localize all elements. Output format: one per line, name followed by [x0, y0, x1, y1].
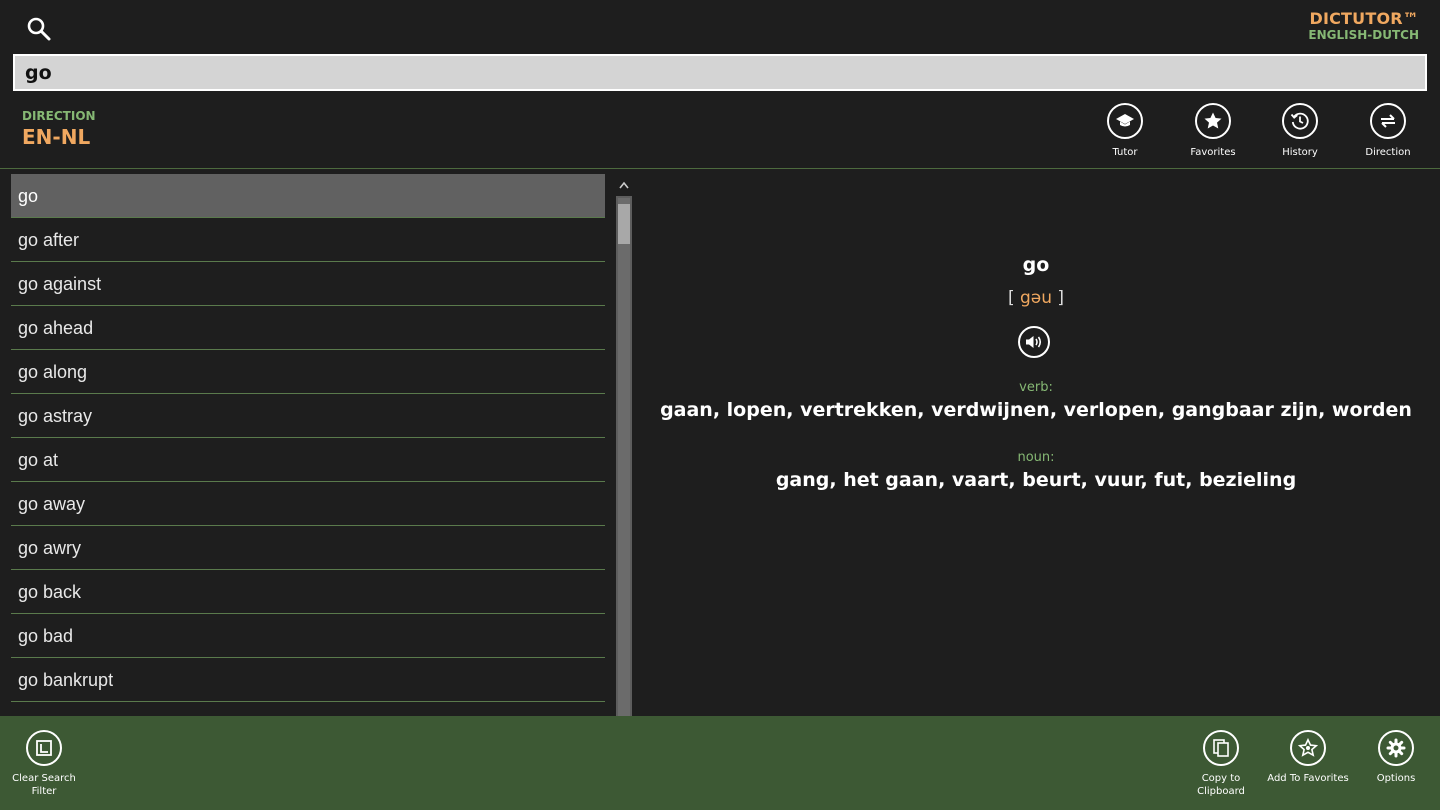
options-button[interactable]: Options — [1352, 730, 1440, 785]
clear-filter-icon — [26, 730, 62, 766]
add-to-favorites-button[interactable]: Add To Favorites — [1264, 730, 1352, 785]
list-item[interactable]: go awry — [11, 526, 605, 570]
gear-icon — [1378, 730, 1414, 766]
list-item[interactable]: go back — [11, 570, 605, 614]
list-item[interactable]: go astray — [11, 394, 605, 438]
bracket-close: ] — [1057, 288, 1065, 308]
clear-label-line1: Clear Search — [12, 773, 76, 784]
list-item[interactable]: go along — [11, 350, 605, 394]
app-title: DICTUTOR™ — [1309, 9, 1419, 28]
graduation-cap-icon — [1107, 103, 1143, 139]
part-of-speech: verb: — [1019, 380, 1053, 395]
header-divider — [0, 168, 1440, 169]
list-item[interactable]: go at — [11, 438, 605, 482]
tutor-button[interactable]: Tutor — [1085, 103, 1165, 158]
list-item-selected[interactable]: go — [11, 174, 605, 218]
list-item[interactable]: go against — [11, 262, 605, 306]
search-input[interactable] — [13, 54, 1427, 91]
list-item[interactable]: go ahead — [11, 306, 605, 350]
copy-to-clipboard-button[interactable]: Copy to Clipboard — [1177, 730, 1265, 798]
copy-label-line2: Clipboard — [1197, 786, 1245, 797]
bottom-app-bar: Clear Search Filter Copy to Clipboard Ad… — [0, 716, 1440, 810]
scroll-up-arrow-icon[interactable] — [616, 174, 632, 196]
direction-value: EN-NL — [22, 125, 91, 149]
add-favorites-label: Add To Favorites — [1267, 773, 1349, 784]
options-label: Options — [1376, 773, 1416, 784]
translation-text: gang, het gaan, vaart, beurt, vuur, fut,… — [775, 469, 1297, 491]
direction-indicator: DIRECTION EN-NL — [22, 109, 96, 150]
history-clock-icon — [1282, 103, 1318, 139]
scroll-track[interactable] — [618, 198, 630, 716]
copy-icon — [1203, 730, 1239, 766]
favorites-label: Favorites — [1190, 147, 1236, 158]
list-item[interactable]: go bad — [11, 614, 605, 658]
history-button[interactable]: History — [1260, 103, 1340, 158]
entry-pronunciation: [ gəu ] — [632, 288, 1440, 308]
phonetic-text: gəu — [1019, 288, 1053, 308]
star-outline-icon — [1290, 730, 1326, 766]
clear-label-line2: Filter — [31, 786, 57, 797]
translation-text: gaan, lopen, vertrekken, verdwijnen, ver… — [660, 399, 1412, 421]
entry-detail: go [ gəu ] verb: gaan, lopen, vertrekken… — [632, 174, 1440, 716]
history-label: History — [1282, 147, 1318, 158]
star-icon — [1195, 103, 1231, 139]
clear-search-label: Clear Search Filter — [0, 772, 88, 798]
direction-label-button: Direction — [1365, 147, 1411, 158]
list-item[interactable]: go after — [11, 218, 605, 262]
word-list[interactable]: go go after go against go ahead go along go a… — [11, 174, 605, 716]
speaker-icon[interactable] — [1018, 326, 1050, 358]
list-item[interactable]: go away — [11, 482, 605, 526]
entry-word: go — [1022, 254, 1050, 276]
copy-label: Copy to Clipboard — [1177, 772, 1265, 798]
copy-label-line1: Copy to — [1201, 773, 1241, 784]
scroll-thumb[interactable] — [618, 204, 630, 244]
app-brand: DICTUTOR™ ENGLISH-DUTCH — [1308, 9, 1419, 43]
direction-button[interactable]: Direction — [1348, 103, 1428, 158]
list-scrollbar[interactable] — [616, 174, 632, 716]
favorites-button[interactable]: Favorites — [1173, 103, 1253, 158]
list-item[interactable]: go bankrupt — [11, 658, 605, 702]
part-of-speech: noun: — [1017, 450, 1055, 465]
swap-arrows-icon — [1370, 103, 1406, 139]
direction-label: DIRECTION — [22, 109, 96, 123]
search-icon[interactable] — [26, 16, 52, 42]
app-subtitle: ENGLISH-DUTCH — [1308, 28, 1419, 42]
clear-search-filter-button[interactable]: Clear Search Filter — [0, 730, 88, 798]
bracket-open: [ — [1007, 288, 1015, 308]
tutor-label: Tutor — [1112, 147, 1138, 158]
